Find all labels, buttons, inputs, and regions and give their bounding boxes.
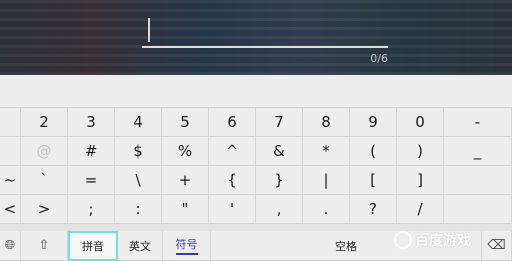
symbols-mode-button[interactable]: 符号 <box>163 231 211 261</box>
key[interactable]: 2 <box>21 108 68 137</box>
key[interactable]: $ <box>115 137 162 166</box>
space-label: 空格 <box>335 239 357 253</box>
text-input-underline[interactable] <box>142 46 388 48</box>
key[interactable]: " <box>162 195 209 224</box>
shift-button[interactable]: ⇧ <box>21 231 68 261</box>
key[interactable]: 4 <box>115 108 162 137</box>
language-switch-button[interactable]: 🌐︎ <box>0 231 21 261</box>
key[interactable]: ^ <box>209 137 256 166</box>
key[interactable]: [ <box>350 166 397 195</box>
key[interactable]: 3 <box>68 108 115 137</box>
pinyin-label: 拼音 <box>82 240 104 253</box>
key[interactable] <box>0 108 21 137</box>
key[interactable]: ' <box>209 195 256 224</box>
key[interactable]: | <box>303 166 350 195</box>
key[interactable]: % <box>162 137 209 166</box>
key[interactable]: : <box>115 195 162 224</box>
key[interactable]: ] <box>397 166 444 195</box>
key[interactable]: ) <box>397 137 444 166</box>
key[interactable]: - <box>444 108 512 137</box>
globe-icon: 🌐︎ <box>4 238 16 253</box>
key[interactable] <box>444 166 512 195</box>
key[interactable]: 8 <box>303 108 350 137</box>
key[interactable]: } <box>256 166 303 195</box>
text-cursor <box>148 18 150 42</box>
key[interactable]: { <box>209 166 256 195</box>
key[interactable]: & <box>256 137 303 166</box>
key[interactable]: . <box>303 195 350 224</box>
key[interactable]: , <box>256 195 303 224</box>
key[interactable]: + <box>162 166 209 195</box>
key[interactable]: ` <box>21 166 68 195</box>
key[interactable]: ( <box>350 137 397 166</box>
english-label: 英文 <box>129 239 151 253</box>
delete-button[interactable]: ⌫ <box>482 231 512 261</box>
watermark-text: 百度游戏 <box>415 233 471 249</box>
key[interactable]: 6 <box>209 108 256 137</box>
key[interactable]: \ <box>115 166 162 195</box>
key[interactable]: = <box>68 166 115 195</box>
key-disabled: @ <box>21 137 68 166</box>
pinyin-mode-button[interactable]: 拼音 <box>68 231 118 261</box>
key[interactable]: 7 <box>256 108 303 137</box>
key[interactable] <box>0 137 21 166</box>
watermark: 百度游戏 <box>394 230 471 250</box>
key[interactable]: ; <box>68 195 115 224</box>
backspace-icon: ⌫ <box>487 238 506 253</box>
key[interactable]: ? <box>350 195 397 224</box>
key[interactable]: > <box>21 195 68 224</box>
shift-arrow-icon: ⇧ <box>38 238 50 253</box>
symbols-label: 符号 <box>175 236 198 255</box>
key[interactable]: ~ <box>0 166 21 195</box>
key[interactable]: # <box>68 137 115 166</box>
background-video-frame <box>0 0 512 75</box>
key[interactable]: 9 <box>350 108 397 137</box>
key[interactable] <box>444 195 512 224</box>
english-mode-button[interactable]: 英文 <box>118 231 163 261</box>
key[interactable]: < <box>0 195 21 224</box>
key[interactable]: _ <box>444 137 512 166</box>
key[interactable]: * <box>303 137 350 166</box>
key[interactable]: 5 <box>162 108 209 137</box>
character-counter: 0/6 <box>370 52 388 65</box>
key[interactable]: 0 <box>397 108 444 137</box>
key[interactable]: / <box>397 195 444 224</box>
baidu-logo-icon <box>394 231 412 249</box>
candidate-bar <box>0 75 512 108</box>
